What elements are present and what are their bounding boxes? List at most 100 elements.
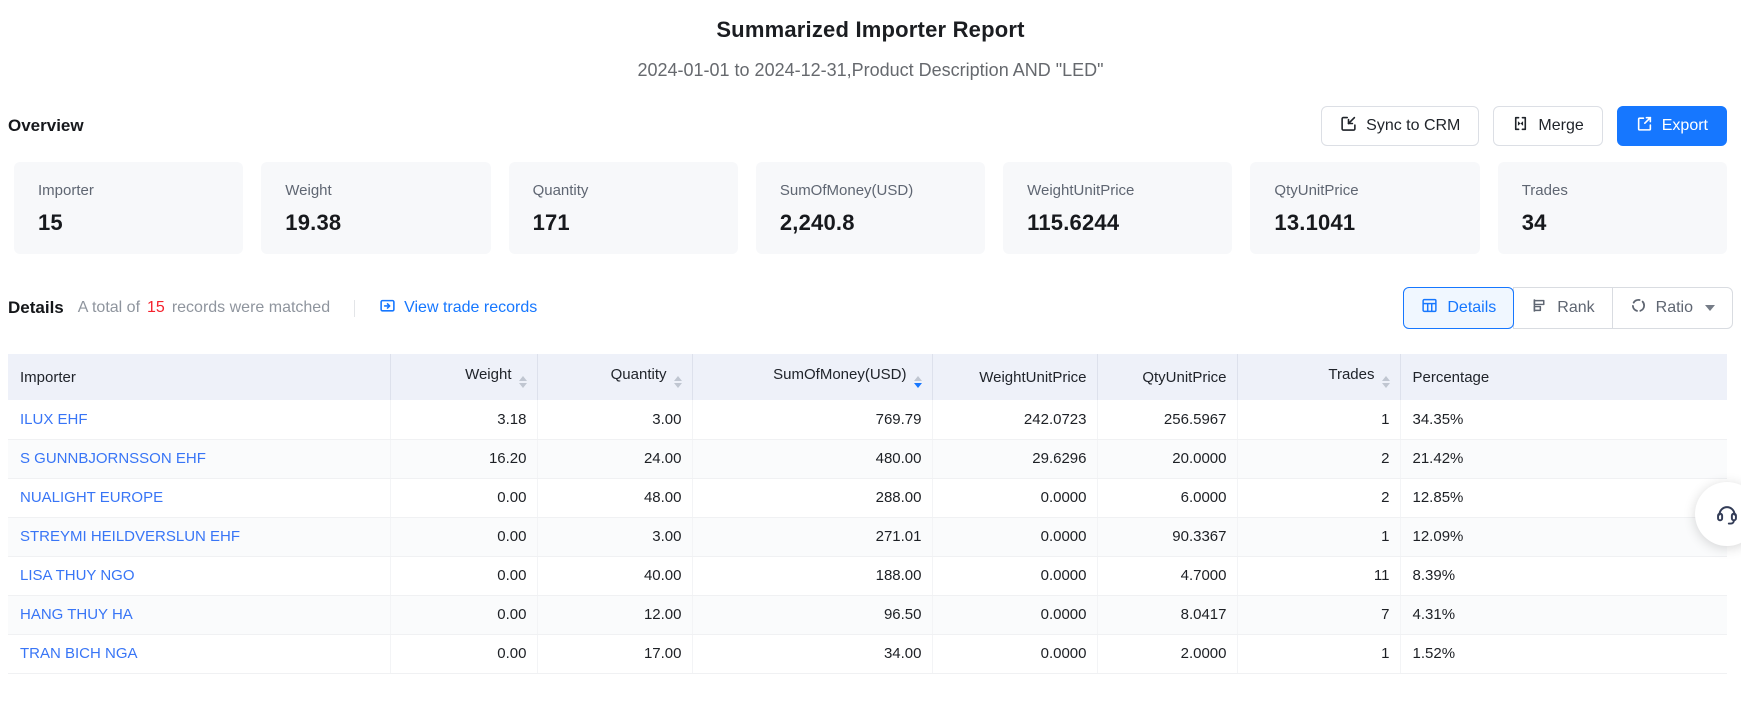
cell-sumofmoney-usd: 34.00 — [692, 634, 932, 673]
cell-weightunitprice: 0.0000 — [932, 595, 1097, 634]
stat-card-label: Quantity — [533, 182, 738, 199]
export-icon — [1636, 115, 1653, 137]
cell-qtyunitprice: 20.0000 — [1097, 439, 1237, 478]
cell-qtyunitprice: 6.0000 — [1097, 478, 1237, 517]
merge-button[interactable]: Merge — [1493, 106, 1602, 146]
sync-to-crm-label: Sync to CRM — [1366, 117, 1460, 135]
export-label: Export — [1662, 117, 1708, 135]
cell-weightunitprice: 0.0000 — [932, 556, 1097, 595]
cell-weight: 0.00 — [390, 478, 537, 517]
sync-icon — [1340, 115, 1357, 137]
stat-card-value: 19.38 — [285, 210, 490, 236]
stat-card-weightunitprice: WeightUnitPrice115.6244 — [1003, 162, 1232, 254]
cell-qtyunitprice: 256.5967 — [1097, 400, 1237, 439]
sort-carets-icon — [674, 376, 682, 388]
table-row: HANG THUY HA0.0012.0096.500.00008.041774… — [8, 595, 1727, 634]
stat-card-value: 15 — [38, 210, 243, 236]
cell-importer: NUALIGHT EUROPE — [8, 478, 390, 517]
tab-rank-label: Rank — [1557, 299, 1594, 317]
importer-link[interactable]: HANG THUY HA — [20, 606, 133, 623]
details-bar: Details A total of 15 records were match… — [8, 286, 1733, 330]
stat-card-value: 171 — [533, 210, 738, 236]
column-header-sumofmoney-usd[interactable]: SumOfMoney(USD) — [692, 354, 932, 400]
cell-weightunitprice: 242.0723 — [932, 400, 1097, 439]
column-label: SumOfMoney(USD) — [773, 366, 906, 383]
sort-carets-icon — [519, 376, 527, 388]
cell-weight: 16.20 — [390, 439, 537, 478]
column-header-weightunitprice: WeightUnitPrice — [932, 354, 1097, 400]
cell-importer: S GUNNBJORNSSON EHF — [8, 439, 390, 478]
column-header-weight[interactable]: Weight — [390, 354, 537, 400]
stat-card-label: QtyUnitPrice — [1274, 182, 1479, 199]
column-header-importer: Importer — [8, 354, 390, 400]
cell-quantity: 17.00 — [537, 634, 692, 673]
stat-card-importer: Importer 15 — [14, 162, 243, 254]
stat-card-label: Importer — [38, 182, 243, 199]
cell-trades: 11 — [1237, 556, 1400, 595]
table-grid-icon — [1421, 297, 1438, 319]
table-row: TRAN BICH NGA0.0017.0034.000.00002.00001… — [8, 634, 1727, 673]
cell-percentage: 4.31% — [1400, 595, 1727, 634]
cell-importer: STREYMI HEILDVERSLUN EHF — [8, 517, 390, 556]
stat-card-label: Weight — [285, 182, 490, 199]
table-row: S GUNNBJORNSSON EHF16.2024.00480.0029.62… — [8, 439, 1727, 478]
cell-weight: 0.00 — [390, 595, 537, 634]
overview-cards: Importer 15 Weight 19.38 Quantity 171 SumOfMon… — [14, 162, 1727, 254]
cell-percentage: 1.52% — [1400, 634, 1727, 673]
cell-quantity: 48.00 — [537, 478, 692, 517]
table-row: NUALIGHT EUROPE0.0048.00288.000.00006.00… — [8, 478, 1727, 517]
tab-rank[interactable]: Rank — [1513, 287, 1612, 329]
column-header-quantity[interactable]: Quantity — [537, 354, 692, 400]
cell-trades: 7 — [1237, 595, 1400, 634]
stat-card-value: 13.1041 — [1274, 210, 1479, 236]
cell-qtyunitprice: 8.0417 — [1097, 595, 1237, 634]
column-label: QtyUnitPrice — [1142, 369, 1226, 386]
trade-records-icon — [379, 297, 396, 319]
importer-link[interactable]: TRAN BICH NGA — [20, 645, 138, 662]
stat-card-label: Trades — [1522, 182, 1727, 199]
importer-link[interactable]: STREYMI HEILDVERSLUN EHF — [20, 528, 240, 545]
view-trade-records-link[interactable]: View trade records — [379, 297, 537, 319]
cell-sumofmoney-usd: 480.00 — [692, 439, 932, 478]
stat-card-sumofmoney-usd: SumOfMoney(USD)2,240.8 — [756, 162, 985, 254]
stat-card-label: SumOfMoney(USD) — [780, 182, 985, 199]
column-label: Trades — [1328, 366, 1374, 383]
stat-card-weight: Weight 19.38 — [261, 162, 490, 254]
importer-link[interactable]: ILUX EHF — [20, 411, 88, 428]
matched-count: 15 — [147, 299, 165, 317]
cell-trades: 2 — [1237, 439, 1400, 478]
column-label: Quantity — [611, 366, 667, 383]
cell-quantity: 3.00 — [537, 517, 692, 556]
cell-quantity: 40.00 — [537, 556, 692, 595]
cell-sumofmoney-usd: 271.01 — [692, 517, 932, 556]
importer-link[interactable]: LISA THUY NGO — [20, 567, 135, 584]
tab-ratio[interactable]: Ratio — [1612, 287, 1733, 329]
page-title: Summarized Importer Report — [0, 0, 1741, 43]
details-summary-group: Details A total of 15 records were match… — [8, 297, 537, 319]
stat-card-value: 115.6244 — [1027, 210, 1232, 236]
sync-to-crm-button[interactable]: Sync to CRM — [1321, 106, 1479, 146]
cell-weight: 0.00 — [390, 556, 537, 595]
column-label: WeightUnitPrice — [979, 369, 1086, 386]
cell-qtyunitprice: 90.3367 — [1097, 517, 1237, 556]
tab-details-label: Details — [1447, 299, 1496, 317]
importer-link[interactable]: S GUNNBJORNSSON EHF — [20, 450, 206, 467]
tab-details[interactable]: Details — [1403, 287, 1514, 329]
cell-sumofmoney-usd: 188.00 — [692, 556, 932, 595]
chevron-down-icon — [1705, 305, 1715, 311]
matched-suffix: records were matched — [172, 299, 330, 317]
column-header-trades[interactable]: Trades — [1237, 354, 1400, 400]
cell-importer: HANG THUY HA — [8, 595, 390, 634]
table-row: LISA THUY NGO0.0040.00188.000.00004.7000… — [8, 556, 1727, 595]
cell-percentage: 8.39% — [1400, 556, 1727, 595]
sort-carets-icon — [914, 376, 922, 388]
importer-link[interactable]: NUALIGHT EUROPE — [20, 489, 163, 506]
merge-icon — [1512, 115, 1529, 137]
rank-bars-icon — [1531, 297, 1548, 319]
cell-qtyunitprice: 2.0000 — [1097, 634, 1237, 673]
table-header-row: ImporterWeight Quantity SumOfMoney(USD) Wei… — [8, 354, 1727, 400]
cell-sumofmoney-usd: 769.79 — [692, 400, 932, 439]
export-button[interactable]: Export — [1617, 106, 1727, 146]
matched-prefix: A total of — [78, 299, 140, 317]
tab-ratio-label: Ratio — [1656, 299, 1693, 317]
